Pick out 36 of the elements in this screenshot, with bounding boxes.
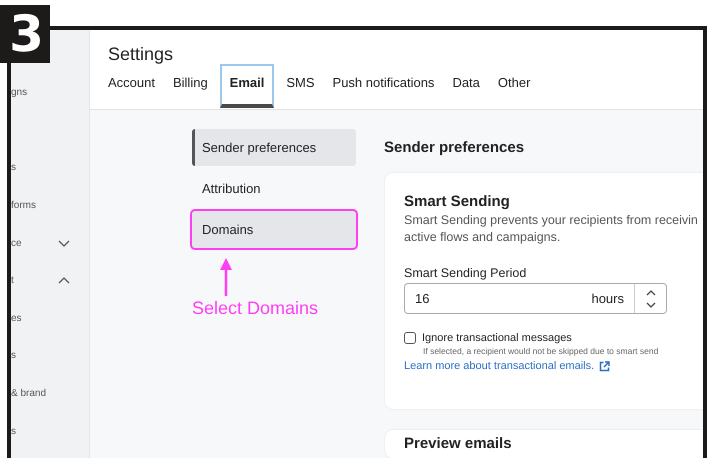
settings-nav-item[interactable]: Attribution [192, 170, 356, 207]
field-label: Smart Sending Period [404, 266, 528, 280]
tab[interactable]: Billing [168, 64, 212, 109]
tab[interactable]: Data [448, 64, 484, 109]
description-line: active flows and campaigns. [404, 230, 562, 244]
tab[interactable]: Account [104, 64, 159, 109]
tab[interactable]: SMS [282, 64, 319, 109]
external-link-icon [599, 360, 610, 372]
checkbox[interactable] [404, 332, 416, 344]
help-text: If selected, a recipient would not be skipped due to smart send [423, 346, 660, 356]
sidebar-item[interactable]: s [11, 337, 89, 375]
sidebar-item-label: ce [11, 238, 22, 249]
checkbox-label: Ignore transactional messages [422, 332, 572, 344]
sidebar-item[interactable]: s [11, 412, 89, 450]
sidebar-item[interactable]: forms [11, 186, 89, 224]
sidebar-item[interactable]: gns [11, 74, 89, 112]
card-title: Smart Sending [404, 193, 511, 210]
tab[interactable]: Other [494, 64, 534, 109]
page-title: Settings [108, 43, 174, 64]
settings-nav-item[interactable]: Domains [192, 211, 356, 248]
card-title: Preview emails [404, 435, 513, 452]
step-badge: 3 [0, 5, 50, 63]
number-field[interactable]: 16 hours [404, 283, 667, 314]
sidebar-item[interactable]: s [11, 149, 89, 187]
sidebar-item[interactable]: & brand [11, 374, 89, 412]
tab[interactable]: Email [220, 64, 274, 108]
sidebar-item-label: t [11, 275, 14, 286]
annotation-label: Select Domains [192, 298, 318, 319]
annotation-arrow [220, 258, 232, 296]
tab[interactable]: Push notifications [328, 64, 438, 109]
description-line: Smart Sending prevents your recipients from receivin [404, 213, 699, 227]
learn-more-link[interactable]: Learn more about transactional emails. [404, 360, 594, 372]
section-title: Sender preferences [384, 138, 526, 158]
settings-nav-item[interactable]: Sender preferences [192, 129, 356, 166]
sidebar-item[interactable]: es [11, 300, 89, 338]
chevron-up-down-icon [644, 288, 658, 310]
